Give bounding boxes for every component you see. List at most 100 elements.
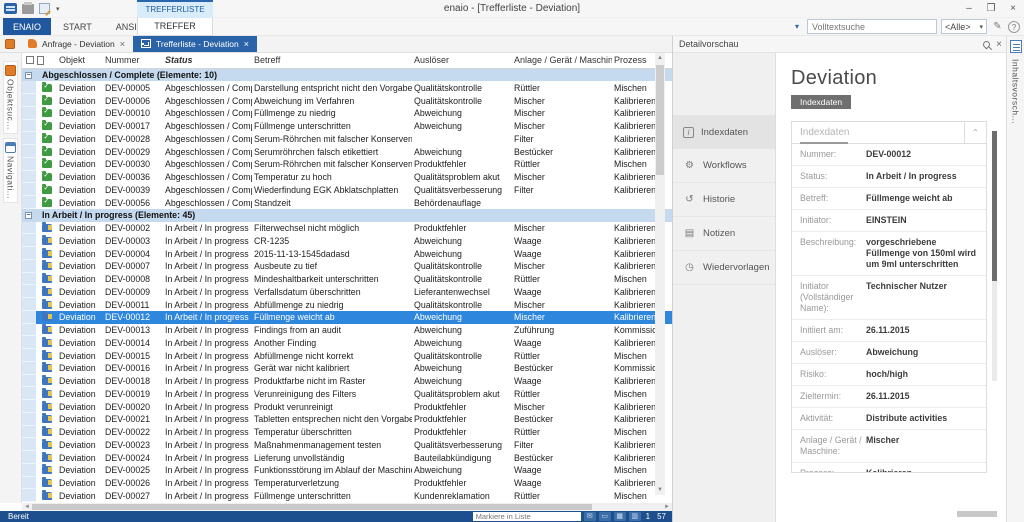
tab-treffer[interactable]: TREFFER	[137, 18, 213, 36]
scroll-down-icon[interactable]: ▼	[655, 485, 665, 495]
qat-dropdown-icon[interactable]: ▾	[56, 5, 60, 13]
col-header-nummer[interactable]: Nummer	[103, 55, 163, 65]
table-row[interactable]: DeviationDEV-00008In Arbeit / In progres…	[22, 273, 672, 286]
sidebar-tab-inhaltsvorschau[interactable]: Inhaltsvorsch...	[1011, 59, 1021, 124]
cell: Deviation	[57, 312, 103, 322]
table-row[interactable]: DeviationDEV-00004In Arbeit / In progres…	[22, 247, 672, 260]
table-row[interactable]: DeviationDEV-00036Abgeschlossen / Comple…	[22, 171, 672, 184]
scrollbar-thumb[interactable]	[992, 131, 997, 281]
table-row[interactable]: DeviationDEV-00026In Arbeit / In progres…	[22, 477, 672, 490]
table-row[interactable]: DeviationDEV-00039Abgeschlossen / Comple…	[22, 183, 672, 196]
table-row[interactable]: DeviationDEV-00014In Arbeit / In progres…	[22, 336, 672, 349]
detail-nav-wiedervorlagen[interactable]: ◷Wiedervorlagen	[673, 251, 775, 285]
table-vertical-scrollbar[interactable]: ▲ ▼	[655, 53, 665, 496]
detail-vertical-scrollbar[interactable]	[992, 131, 997, 381]
close-button[interactable]: ×	[1002, 0, 1024, 18]
restore-button[interactable]: ❐	[980, 0, 1002, 18]
document-icon[interactable]	[37, 56, 44, 65]
scrollbar-thumb[interactable]	[656, 65, 664, 175]
table-icon[interactable]: ▦	[614, 512, 626, 521]
mail-icon[interactable]: ✉	[584, 512, 596, 521]
mark-in-list-input[interactable]	[473, 512, 581, 521]
table-row[interactable]: DeviationDEV-00021In Arbeit / In progres…	[22, 413, 672, 426]
in-progress-folder-icon	[42, 364, 52, 372]
group-header-row[interactable]: −Abgeschlossen / Complete (Elemente: 10)	[22, 69, 672, 82]
col-header-objekt[interactable]: Objekt	[57, 55, 103, 65]
pencil-icon[interactable]: ✎	[991, 21, 1004, 32]
in-progress-folder-icon	[42, 441, 52, 449]
col-header-ausloeser[interactable]: Auslöser	[412, 55, 512, 65]
minimize-button[interactable]: –	[958, 0, 980, 18]
content-preview-icon[interactable]	[1010, 40, 1022, 53]
scroll-right-icon[interactable]: ►	[662, 504, 672, 510]
scrollbar-thumb[interactable]	[32, 504, 592, 510]
table-row[interactable]: DeviationDEV-00005Abgeschlossen / Comple…	[22, 81, 672, 94]
table-row[interactable]: DeviationDEV-00022In Arbeit / In progres…	[22, 426, 672, 439]
col-header-prozess[interactable]: Prozess	[612, 55, 655, 65]
detail-nav-workflows[interactable]: ⚙Workflows	[673, 149, 775, 183]
copy-icon[interactable]	[26, 56, 34, 64]
sidebar-tab-navigation[interactable]: Navigati...	[3, 138, 18, 203]
table-row[interactable]: DeviationDEV-00010Abgeschlossen / Comple…	[22, 107, 672, 120]
table-row[interactable]: DeviationDEV-00017Abgeschlossen / Comple…	[22, 120, 672, 133]
edit-icon[interactable]	[39, 3, 50, 14]
table-row[interactable]: DeviationDEV-00029Abgeschlossen / Comple…	[22, 145, 672, 158]
table-row[interactable]: DeviationDEV-00006Abgeschlossen / Comple…	[22, 94, 672, 107]
table-row[interactable]: DeviationDEV-00020In Arbeit / In progres…	[22, 400, 672, 413]
table-row[interactable]: DeviationDEV-00019In Arbeit / In progres…	[22, 387, 672, 400]
table-row[interactable]: DeviationDEV-00015In Arbeit / In progres…	[22, 349, 672, 362]
search-dropdown-icon[interactable]: ▾	[795, 22, 799, 31]
table-row[interactable]: DeviationDEV-00027In Arbeit / In progres…	[22, 489, 672, 502]
col-header-betreff[interactable]: Betreff	[252, 55, 412, 65]
table-row[interactable]: DeviationDEV-00024In Arbeit / In progres…	[22, 451, 672, 464]
app-icon[interactable]	[4, 3, 17, 14]
table-row[interactable]: DeviationDEV-00023In Arbeit / In progres…	[22, 438, 672, 451]
table-row[interactable]: DeviationDEV-00013In Arbeit / In progres…	[22, 324, 672, 337]
scroll-up-icon[interactable]: ▲	[655, 53, 665, 63]
table-row[interactable]: DeviationDEV-00009In Arbeit / In progres…	[22, 285, 672, 298]
table-row[interactable]: DeviationDEV-00011In Arbeit / In progres…	[22, 298, 672, 311]
collapse-group-icon[interactable]: −	[25, 212, 32, 219]
close-tab-icon[interactable]: ×	[120, 39, 125, 49]
group-header-row[interactable]: −In Arbeit / In progress (Elemente: 45)	[22, 209, 672, 222]
cell: Deviation	[57, 274, 103, 284]
table-row[interactable]: DeviationDEV-00003In Arbeit / In progres…	[22, 234, 672, 247]
table-columns-icon[interactable]: ▥	[629, 512, 641, 521]
table-row[interactable]: DeviationDEV-00030Abgeschlossen / Comple…	[22, 158, 672, 171]
detail-nav-historie[interactable]: ↺Historie	[673, 183, 775, 217]
detail-horizontal-scrollbar[interactable]	[957, 511, 997, 517]
result-table: Objekt Nummer Status Betreff Auslöser An…	[22, 53, 672, 504]
col-header-anlage[interactable]: Anlage / Gerät / Maschine	[512, 55, 612, 65]
pin-icon[interactable]	[982, 39, 992, 49]
table-horizontal-scrollbar[interactable]: ◄ ►	[22, 503, 672, 511]
collapse-section-icon[interactable]: ⌃	[964, 122, 986, 144]
table-row[interactable]: DeviationDEV-00007In Arbeit / In progres…	[22, 260, 672, 273]
table-row[interactable]: DeviationDEV-00028Abgeschlossen / Comple…	[22, 132, 672, 145]
search-scope-select[interactable]: <Alle> ▾	[941, 19, 987, 34]
table-row[interactable]: DeviationDEV-00012In Arbeit / In progres…	[22, 311, 672, 324]
print-icon[interactable]	[22, 4, 34, 14]
cell: Qualitätskontrolle	[412, 300, 512, 310]
close-tab-icon[interactable]: ×	[244, 39, 249, 49]
col-header-status[interactable]: Status	[163, 55, 252, 65]
detail-nav-notizen[interactable]: ▤Notizen	[673, 217, 775, 251]
tab-enaio[interactable]: ENAIO	[3, 18, 51, 35]
object-search-icon[interactable]	[0, 36, 20, 52]
detail-nav-indexdaten[interactable]: iIndexdaten	[673, 115, 775, 149]
collapse-group-icon[interactable]: −	[25, 72, 32, 79]
fulltext-search-input[interactable]	[807, 19, 937, 34]
tab-start[interactable]: START	[51, 18, 104, 35]
table-row[interactable]: DeviationDEV-00016In Arbeit / In progres…	[22, 362, 672, 375]
delete-icon[interactable]: ▭	[599, 512, 611, 521]
doc-tab-anfrage[interactable]: Anfrage - Deviation ×	[20, 36, 133, 52]
table-row[interactable]: DeviationDEV-00025In Arbeit / In progres…	[22, 464, 672, 477]
close-panel-icon[interactable]: ×	[996, 39, 1002, 50]
cell: Deviation	[57, 249, 103, 259]
table-row[interactable]: DeviationDEV-00056Abgeschlossen / Comple…	[22, 196, 672, 209]
sidebar-tab-objektsuche[interactable]: Objektsuc...	[3, 61, 18, 134]
help-icon[interactable]: ?	[1008, 21, 1020, 33]
doc-tab-trefferliste[interactable]: Trefferliste - Deviation ×	[133, 36, 257, 52]
table-row[interactable]: DeviationDEV-00002In Arbeit / In progres…	[22, 222, 672, 235]
scroll-left-icon[interactable]: ◄	[22, 504, 32, 510]
table-row[interactable]: DeviationDEV-00018In Arbeit / In progres…	[22, 375, 672, 388]
